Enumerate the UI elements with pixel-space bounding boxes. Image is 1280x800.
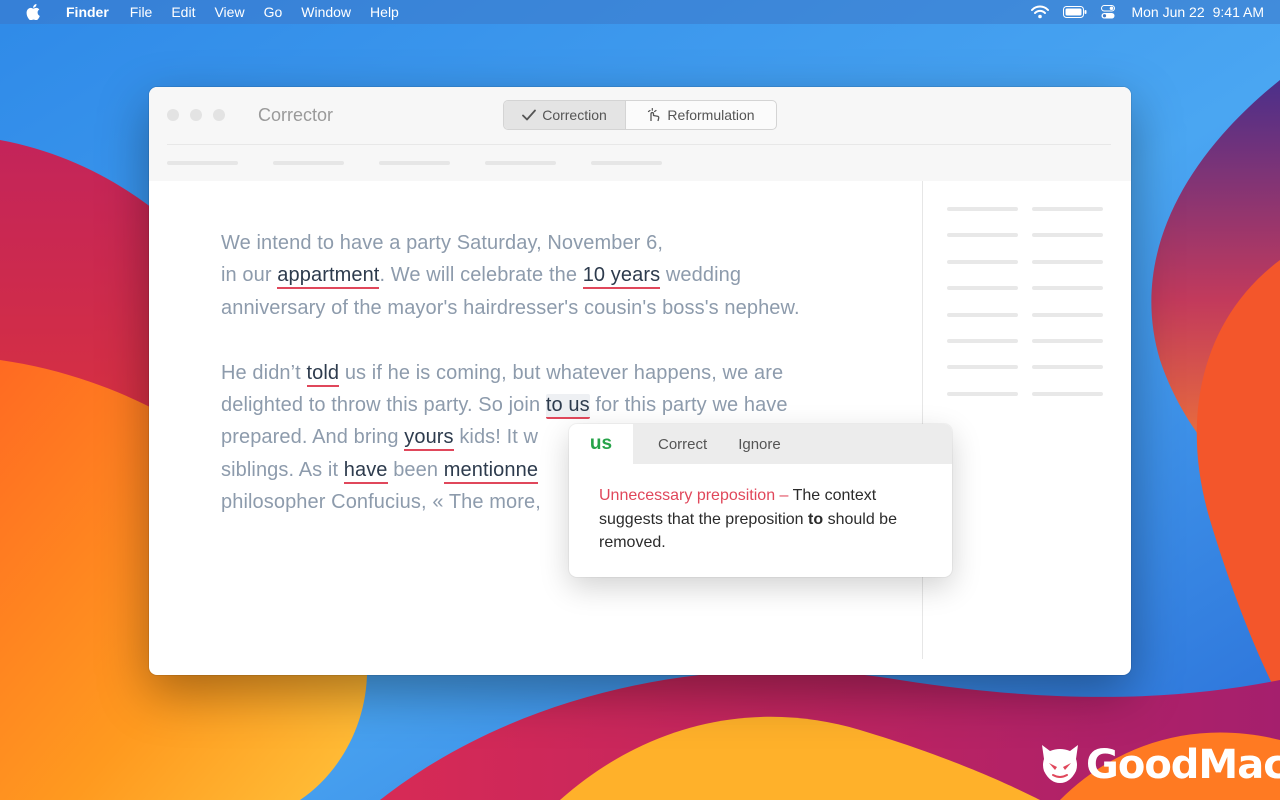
text-segment: anniversary of the mayor's hairdresser's… [221,296,800,319]
text-segment: . We will celebrate the [379,264,583,287]
wifi-icon[interactable] [1031,5,1050,19]
text-segment: wedding [660,264,742,287]
flagged-word-selected[interactable]: to us [545,393,590,419]
correct-button[interactable]: Correct [658,436,707,453]
menu-app-name[interactable]: Finder [66,0,109,24]
text-segment: been [387,458,444,481]
document-line: We intend to have a party Saturday, Nove… [221,227,901,259]
ignore-button[interactable]: Ignore [738,436,781,453]
mode-segmented-control: Correction Reformulation [503,100,777,130]
popover-header: us Correct Ignore [569,424,952,464]
menu-date: Mon Jun 22 [1131,4,1205,20]
zoom-window-button[interactable] [213,109,225,121]
document-line: delighted to throw this party. So join t… [221,389,901,421]
sidebar-divider [922,181,923,659]
menu-file[interactable]: File [130,0,153,24]
toolbar-placeholder [167,161,238,165]
text-segment: We intend to have a party Saturday, Nove… [221,232,663,254]
text-segment: prepared. And bring [221,426,405,449]
popover-explanation: Unnecessary preposition – The context su… [569,464,952,555]
document-line: He didn’t told us if he is coming, but w… [221,357,901,389]
apple-menu-icon[interactable] [26,3,42,21]
rewrite-hand-icon [647,108,661,122]
goodmac-brand: GoodMac [1086,742,1280,788]
menu-clock[interactable]: Mon Jun 22 9:41 AM [1131,4,1264,20]
menu-edit[interactable]: Edit [171,0,195,24]
suggestion-replacement[interactable]: us [569,424,633,464]
goodmac-watermark: GoodMac [1038,741,1280,789]
menu-view[interactable]: View [214,0,244,24]
tab-reformulation[interactable]: Reformulation [626,101,776,129]
menu-help[interactable]: Help [370,0,399,24]
window-title: Corrector [258,105,334,125]
text-segment: delighted to throw this party. So join [221,393,546,416]
battery-icon[interactable] [1063,6,1087,18]
window-controls [167,109,236,121]
corrector-window: Corrector Correction Reformulation We in… [149,87,1131,675]
text-segment: kids! It w [453,426,539,449]
flagged-word[interactable]: mentionne [443,458,539,484]
document-paragraph: We intend to have a party Saturday, Nove… [221,227,901,324]
menu-time: 9:41 AM [1212,4,1264,20]
text-segment: in our [221,264,278,287]
menu-window[interactable]: Window [301,0,351,24]
minimize-window-button[interactable] [190,109,202,121]
control-center-icon[interactable] [1101,5,1116,19]
explanation-keyword: to [808,510,824,528]
goodmac-logo-icon [1038,741,1082,790]
flagged-word[interactable]: 10 years [582,264,661,290]
toolbar-placeholder-row [167,161,697,165]
window-titlebar: Corrector Correction Reformulation [149,87,1131,181]
tab-reformulation-label: Reformulation [667,107,755,123]
text-segment: siblings. As it [221,458,344,481]
sidebar-placeholder [947,207,1117,418]
menu-bar: Finder File Edit View Go Window Help Mon… [0,0,1280,24]
menu-go[interactable]: Go [264,0,283,24]
tab-correction[interactable]: Correction [504,101,626,129]
flagged-word[interactable]: yours [404,426,454,452]
text-segment: for this party we have [589,393,788,416]
correction-popover: us Correct Ignore Unnecessary prepositio… [569,424,952,577]
toolbar-placeholder [273,161,344,165]
checkmark-icon [522,109,537,121]
tab-correction-label: Correction [542,107,607,123]
flagged-word[interactable]: appartment [277,264,380,290]
flagged-word[interactable]: told [306,361,340,387]
toolbar-divider [167,144,1111,145]
document-line: anniversary of the mayor's hairdresser's… [221,292,901,324]
text-segment: us if he is coming, but whatever happens… [339,361,784,384]
text-segment: He didn’t [221,361,307,384]
toolbar-placeholder [591,161,662,165]
flagged-word[interactable]: have [343,458,388,484]
error-rule-name: Unnecessary preposition – [599,487,789,504]
close-window-button[interactable] [167,109,179,121]
toolbar-placeholder [379,161,450,165]
text-segment: philosopher Confucius, « The more, [221,491,541,514]
toolbar-placeholder [485,161,556,165]
document-line: in our appartment. We will celebrate the… [221,259,901,291]
